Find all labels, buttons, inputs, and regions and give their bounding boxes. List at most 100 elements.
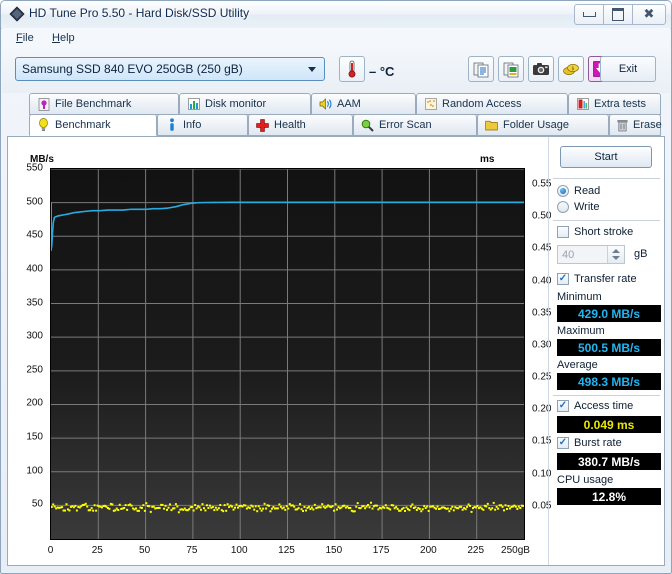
tab-benchmark[interactable]: Benchmark xyxy=(29,114,157,136)
short-stroke-input[interactable]: 40 xyxy=(557,245,625,264)
copy-text-button[interactable] xyxy=(468,56,494,82)
chart-ylabel-right: ms xyxy=(480,154,495,165)
tab-erase[interactable]: Erase xyxy=(609,114,662,136)
menu-help-label: elp xyxy=(59,32,75,44)
chart-axis-bottom: 0 25 50 75 100 125 150 175 200 225 250gB xyxy=(8,542,548,562)
coins-icon: $ xyxy=(563,63,579,75)
y-axis-tick: 200 xyxy=(26,397,43,409)
transfer-rate-checkmark: ✓ xyxy=(557,273,569,285)
short-stroke-value: 40 xyxy=(562,249,575,261)
x-axis-tick: 250gB xyxy=(501,545,530,556)
app-icon xyxy=(9,6,25,22)
tab-file-benchmark-label: File Benchmark xyxy=(55,98,132,110)
checkbox-short-stroke[interactable]: ✓ Short stroke xyxy=(557,226,633,238)
tab-row-bottom: Benchmark Info Health Error Scan Folder … xyxy=(2,114,670,136)
toolbar: Samsung SSD 840 EVO 250GB (250 gB) – °C xyxy=(2,48,670,93)
tab-aam[interactable]: AAM xyxy=(311,93,416,115)
svg-text:$: $ xyxy=(571,66,574,72)
exit-label: Exit xyxy=(618,63,638,75)
checkbox-transfer-rate[interactable]: ✓ Transfer rate xyxy=(557,273,637,285)
benchmark-controls: Start Read Write ✓ Short stroke 40 xyxy=(548,137,664,565)
health-cross-icon xyxy=(256,118,269,132)
tab-disk-monitor[interactable]: Disk monitor xyxy=(179,93,311,115)
maximize-button[interactable] xyxy=(603,4,633,25)
menu-bar: File Help xyxy=(2,28,670,49)
copy-image-icon xyxy=(503,62,518,77)
window-buttons: ✖ xyxy=(574,4,666,25)
chart-plot-area xyxy=(50,168,525,540)
x-axis-tick: 125 xyxy=(278,545,295,556)
tab-random-access-label: Random Access xyxy=(442,98,522,110)
tab-health-label: Health xyxy=(274,119,306,131)
tab-extra-tests[interactable]: Extra tests xyxy=(568,93,661,115)
random-access-icon xyxy=(424,98,437,111)
minimize-button[interactable] xyxy=(574,4,604,25)
y-axis-tick: 100 xyxy=(26,465,43,477)
checkbox-burst-rate[interactable]: ✓ Burst rate xyxy=(557,437,622,449)
x-axis-tick: 100 xyxy=(230,545,248,556)
menu-file-label: ile xyxy=(22,32,34,44)
radio-read[interactable]: Read xyxy=(557,185,600,197)
minimum-label: Minimum xyxy=(557,291,602,303)
short-stroke-unit: gB xyxy=(634,248,648,260)
tab-info[interactable]: Info xyxy=(157,114,248,136)
tab-row-top: File Benchmark Disk monitor AAM Random A… xyxy=(2,93,670,115)
exit-button[interactable]: Exit xyxy=(600,56,656,82)
copy-text-icon xyxy=(473,62,488,77)
thermometer-icon xyxy=(348,60,356,78)
checkbox-access-time[interactable]: ✓ Access time xyxy=(557,400,633,412)
drive-select[interactable]: Samsung SSD 840 EVO 250GB (250 gB) xyxy=(15,57,325,81)
tab-health[interactable]: Health xyxy=(248,114,353,136)
maximum-label: Maximum xyxy=(557,325,605,337)
file-benchmark-icon xyxy=(37,97,50,111)
y-axis-tick: 550 xyxy=(26,162,43,174)
stepper-up-icon xyxy=(612,249,620,253)
minimum-value: 429.0 MB/s xyxy=(557,305,661,322)
y-axis-tick: 500 xyxy=(26,196,43,208)
tab-random-access[interactable]: Random Access xyxy=(416,93,568,115)
tab-error-scan[interactable]: Error Scan xyxy=(353,114,477,136)
cpu-usage-value: 12.8% xyxy=(557,488,661,505)
info-icon xyxy=(165,118,178,132)
temperature-readout: – °C xyxy=(369,64,395,79)
radio-write-label: Write xyxy=(574,201,600,213)
x-axis-tick: 200 xyxy=(420,545,437,556)
short-stroke-stepper[interactable] xyxy=(607,246,624,263)
bar-chart-icon xyxy=(187,98,200,111)
divider-3 xyxy=(553,395,660,396)
x-axis-tick: 225 xyxy=(467,545,485,556)
stepper-down-icon xyxy=(612,256,620,260)
menu-help[interactable]: Help xyxy=(46,31,81,45)
x-axis-tick: 0 xyxy=(47,545,54,556)
x-axis-tick: 75 xyxy=(186,545,198,556)
menu-file[interactable]: File xyxy=(10,31,40,45)
access-time-value: 0.049 ms xyxy=(557,416,661,433)
close-icon: ✖ xyxy=(643,7,655,22)
temperature-button[interactable] xyxy=(339,56,365,82)
tab-erase-label: Erase xyxy=(633,119,662,131)
divider-1 xyxy=(553,178,660,179)
start-button[interactable]: Start xyxy=(560,146,652,168)
donate-button[interactable]: $ xyxy=(558,56,584,82)
tab-folder-usage[interactable]: Folder Usage xyxy=(477,114,609,136)
average-label: Average xyxy=(557,359,598,371)
tab-file-benchmark[interactable]: File Benchmark xyxy=(29,93,179,115)
y-axis-tick: 400 xyxy=(26,263,43,275)
trash-icon xyxy=(617,119,628,132)
maximize-icon xyxy=(612,8,624,21)
radio-write[interactable]: Write xyxy=(557,201,599,213)
chevron-down-icon xyxy=(308,67,316,72)
tab-folder-usage-label: Folder Usage xyxy=(503,119,570,131)
screenshot-button[interactable] xyxy=(528,56,554,82)
start-label: Start xyxy=(594,151,618,163)
extra-tests-icon xyxy=(576,98,589,111)
chart-axis-left: 50 100 150 200 250 300 350 400 450 500 550 xyxy=(8,163,48,540)
bulb-icon xyxy=(37,118,50,132)
copy-image-button[interactable] xyxy=(498,56,524,82)
minimize-icon xyxy=(582,12,596,17)
radio-read-indicator xyxy=(557,185,569,197)
tab-disk-monitor-label: Disk monitor xyxy=(205,98,267,110)
x-axis-tick: 150 xyxy=(325,545,343,556)
y-axis-tick: 250 xyxy=(26,364,43,376)
close-button[interactable]: ✖ xyxy=(632,4,666,25)
